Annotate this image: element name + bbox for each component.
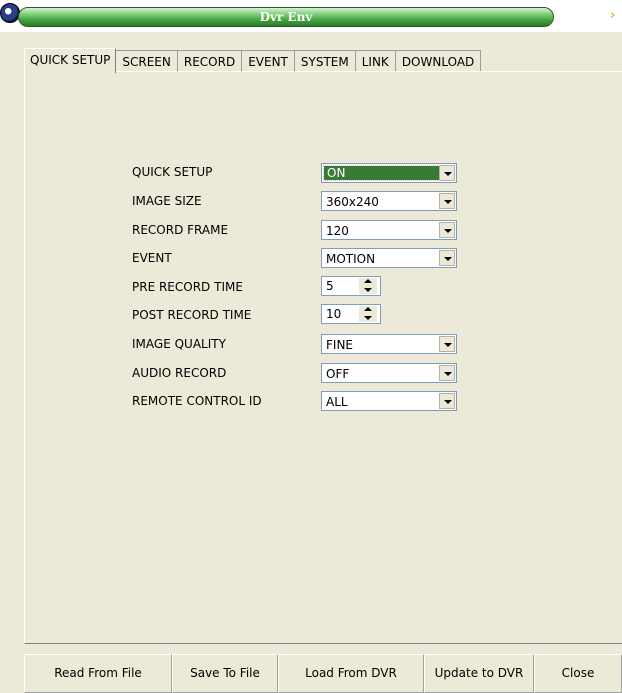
post-record-time-value: 10 xyxy=(326,307,342,321)
image-size-label: IMAGE SIZE xyxy=(132,194,202,208)
remote-control-id-select[interactable]: ALL xyxy=(321,391,457,411)
audio-record-label: AUDIO RECORD xyxy=(132,366,227,380)
pre-record-time-label: PRE RECORD TIME xyxy=(132,280,243,294)
tab-panel xyxy=(24,71,622,644)
window-title: Dvr Env xyxy=(259,10,313,24)
chevron-down-icon[interactable] xyxy=(439,365,455,381)
app-logo-icon xyxy=(0,3,20,23)
tab-strip: QUICK SETUP SCREEN RECORD EVENT SYSTEM L… xyxy=(24,48,482,73)
tab-screen[interactable]: SCREEN xyxy=(116,50,178,72)
event-select[interactable]: MOTION xyxy=(321,248,457,268)
quick-setup-value: ON xyxy=(327,166,346,180)
title-bar: Dvr Env › xyxy=(0,0,622,32)
chevron-down-icon[interactable] xyxy=(439,336,455,352)
audio-record-select[interactable]: OFF xyxy=(321,363,457,383)
spin-down-icon[interactable] xyxy=(359,286,377,294)
image-quality-value: FINE xyxy=(326,338,353,352)
record-frame-label: RECORD FRAME xyxy=(132,223,229,237)
tab-quick-setup[interactable]: QUICK SETUP xyxy=(24,48,117,73)
quick-setup-select[interactable]: ON xyxy=(321,163,457,183)
spin-down-icon[interactable] xyxy=(359,314,377,322)
image-quality-select[interactable]: FINE xyxy=(321,334,457,354)
tab-event[interactable]: EVENT xyxy=(242,50,295,72)
load-from-dvr-button[interactable]: Load From DVR xyxy=(278,654,424,693)
pre-record-time-value: 5 xyxy=(326,279,334,293)
post-record-time-label: POST RECORD TIME xyxy=(132,308,252,322)
tab-system[interactable]: SYSTEM xyxy=(294,50,356,72)
spin-up-icon[interactable] xyxy=(359,278,377,286)
record-frame-value: 120 xyxy=(326,224,349,238)
event-value: MOTION xyxy=(326,252,376,266)
image-size-select[interactable]: 360x240 xyxy=(321,191,457,211)
close-window-icon[interactable]: › xyxy=(610,8,622,24)
image-size-value: 360x240 xyxy=(326,195,379,209)
tab-download[interactable]: DOWNLOAD xyxy=(395,50,482,72)
read-from-file-button[interactable]: Read From File xyxy=(24,654,172,693)
tab-record[interactable]: RECORD xyxy=(177,50,243,72)
spin-buttons xyxy=(359,306,377,322)
tab-link[interactable]: LINK xyxy=(355,50,396,72)
chevron-down-icon[interactable] xyxy=(439,222,455,238)
quick-setup-label: QUICK SETUP xyxy=(132,165,213,179)
pre-record-time-spinner[interactable]: 5 xyxy=(321,276,381,296)
remote-control-id-value: ALL xyxy=(326,395,348,409)
spin-up-icon[interactable] xyxy=(359,306,377,314)
post-record-time-spinner[interactable]: 10 xyxy=(321,304,381,324)
record-frame-select[interactable]: 120 xyxy=(321,220,457,240)
image-quality-label: IMAGE QUALITY xyxy=(132,337,226,351)
event-label: EVENT xyxy=(132,251,172,265)
spin-buttons xyxy=(359,278,377,294)
chevron-down-icon[interactable] xyxy=(439,393,455,409)
title-pill: Dvr Env xyxy=(18,7,554,27)
save-to-file-button[interactable]: Save To File xyxy=(172,654,278,693)
update-to-dvr-button[interactable]: Update to DVR xyxy=(424,654,534,693)
close-button[interactable]: Close xyxy=(534,654,622,693)
chevron-down-icon[interactable] xyxy=(439,250,455,266)
audio-record-value: OFF xyxy=(326,367,350,381)
chevron-down-icon[interactable] xyxy=(439,193,455,209)
chevron-down-icon[interactable] xyxy=(439,165,455,181)
remote-control-id-label: REMOTE CONTROL ID xyxy=(132,394,262,408)
